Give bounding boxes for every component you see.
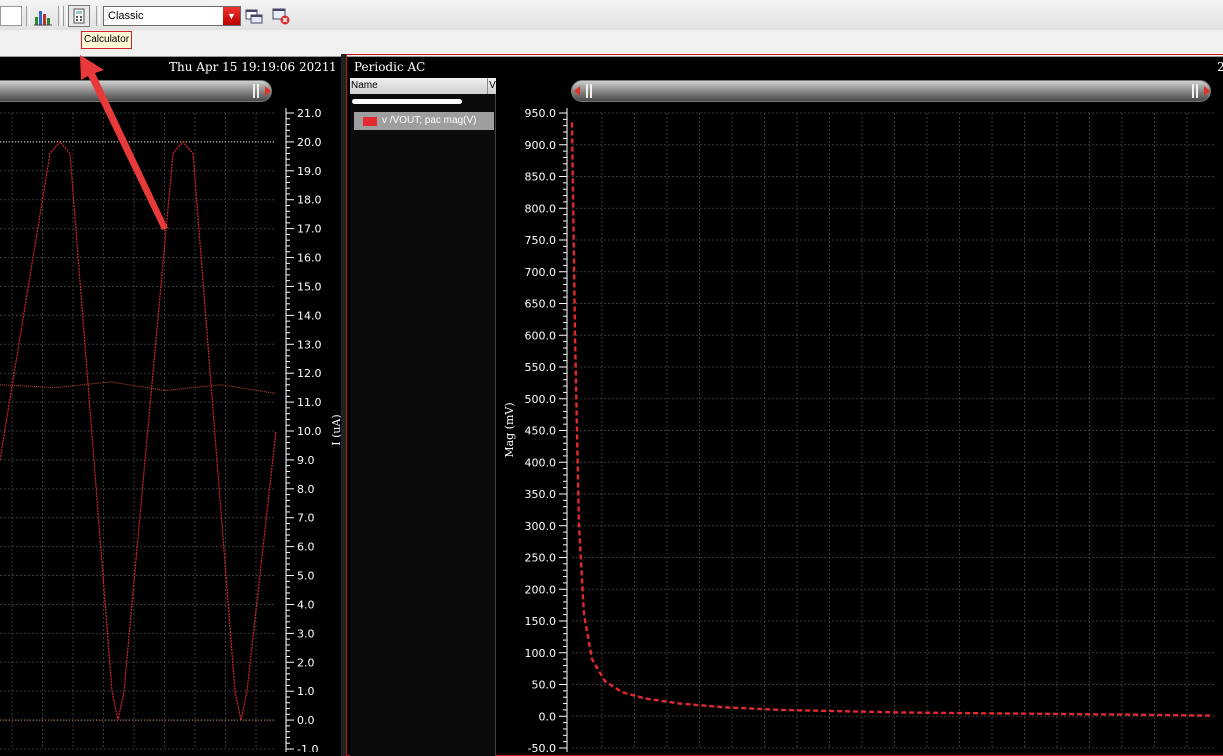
left-pane-page-number: 1 xyxy=(329,60,337,74)
toolbar-separator xyxy=(63,6,67,26)
series-line xyxy=(570,122,1213,717)
y-tick-label: 20.0 xyxy=(297,136,322,149)
left-x-scrollbar[interactable] xyxy=(0,80,272,102)
calculator-tooltip: Calculator xyxy=(81,31,133,49)
y-tick-label: 750.0 xyxy=(525,234,557,247)
trace-color-swatch xyxy=(363,117,377,126)
right-y-axis-label: Mag (mV) xyxy=(503,402,516,457)
scroll-right-icon[interactable] xyxy=(265,86,271,96)
right-y-axis-ticks: 950.0 900.0 850.0 800.0 750.0 700.0 650.0 600.0… xyxy=(525,107,567,752)
series-line xyxy=(0,381,277,394)
y-tick-label: 11.0 xyxy=(297,396,322,409)
y-tick-label: 900.0 xyxy=(525,139,557,152)
plot-style-value: Classic xyxy=(108,10,144,22)
trace-legend-panel: Name V v /VOUT; pac mag(V) xyxy=(350,78,496,756)
window-layout-icon[interactable] xyxy=(243,5,265,27)
calculator-icon[interactable] xyxy=(68,5,90,27)
y-tick-label: 2.0 xyxy=(297,656,315,669)
right-pane-title: Periodic AC xyxy=(354,60,426,74)
y-tick-label: 50.0 xyxy=(532,679,557,692)
y-tick-label: 200.0 xyxy=(525,583,557,596)
y-tick-label: 7.0 xyxy=(297,512,315,525)
y-tick-label: 150.0 xyxy=(525,615,557,628)
left-chart-grid xyxy=(0,112,287,750)
toolbar-separator xyxy=(96,6,100,26)
legend-header: Name V xyxy=(350,78,496,94)
y-tick-label: 8.0 xyxy=(297,483,315,496)
bar-chart-icon[interactable] xyxy=(32,5,54,27)
legend-trace-row[interactable]: v /VOUT; pac mag(V) xyxy=(354,112,494,130)
y-tick-label: 3.0 xyxy=(297,627,315,640)
right-x-scrollbar[interactable] xyxy=(571,80,1211,102)
y-tick-label: 500.0 xyxy=(525,393,557,406)
y-tick-label: 550.0 xyxy=(525,361,557,374)
y-tick-label: 5.0 xyxy=(297,570,315,583)
chevron-down-icon[interactable]: ▼ xyxy=(223,7,240,25)
toolbar: Classic ▼ xyxy=(0,0,1223,31)
plot-style-dropdown[interactable]: Classic ▼ xyxy=(103,6,241,26)
y-tick-label: 800.0 xyxy=(525,202,557,215)
y-tick-label: 700.0 xyxy=(525,266,557,279)
y-tick-label: 0.0 xyxy=(539,710,557,723)
y-tick-label: 950.0 xyxy=(525,107,557,120)
y-tick-label: -50.0 xyxy=(528,742,556,752)
scrollbar-thumb-handle[interactable] xyxy=(1192,84,1198,98)
y-tick-label: 19.0 xyxy=(297,165,322,178)
y-tick-label: 6.0 xyxy=(297,541,315,554)
y-tick-label: 450.0 xyxy=(525,425,557,438)
scroll-right-icon[interactable] xyxy=(1204,86,1210,96)
y-tick-label: 9.0 xyxy=(297,454,315,467)
scrollbar-thumb-handle[interactable] xyxy=(586,84,592,98)
y-tick-label: 100.0 xyxy=(525,647,557,660)
toolbar-field[interactable] xyxy=(0,6,22,26)
y-tick-label: 15.0 xyxy=(297,280,322,293)
y-tick-label: 10.0 xyxy=(297,425,322,438)
legend-header-name[interactable]: Name xyxy=(351,80,378,91)
y-tick-label: 0.0 xyxy=(297,714,315,727)
legend-hscroll[interactable] xyxy=(352,99,462,104)
y-tick-label: 400.0 xyxy=(525,456,557,469)
right-chart-series xyxy=(570,122,1213,717)
y-tick-label: 17.0 xyxy=(297,223,322,236)
y-tick-label: 250.0 xyxy=(525,552,557,565)
left-y-axis-label: I (uA) xyxy=(330,414,341,445)
y-tick-label: 21.0 xyxy=(297,107,322,120)
toolbar-separator xyxy=(58,6,62,26)
legend-trace-label: v /VOUT; pac mag(V) xyxy=(382,115,477,126)
right-mag-chart: 950.0 900.0 850.0 800.0 750.0 700.0 650.0 600.0… xyxy=(503,107,1216,752)
y-tick-label: 16.0 xyxy=(297,252,322,265)
right-pane-page-number: 2 xyxy=(1217,60,1223,74)
y-tick-label: 18.0 xyxy=(297,194,322,207)
y-tick-label: -1.0 xyxy=(297,743,318,752)
y-tick-label: 12.0 xyxy=(297,367,322,380)
y-tick-label: 350.0 xyxy=(525,488,557,501)
y-tick-label: 4.0 xyxy=(297,598,315,611)
delete-window-icon[interactable] xyxy=(270,5,292,27)
toolbar-separator xyxy=(26,6,30,26)
y-tick-label: 13.0 xyxy=(297,338,322,351)
left-y-axis-ticks: 21.0 20.0 19.0 18.0 17.0 16.0 15.0 14.0 13.0 12.0… xyxy=(286,107,322,752)
y-tick-label: 300.0 xyxy=(525,520,557,533)
y-tick-label: 850.0 xyxy=(525,171,557,184)
scrollbar-thumb-handle[interactable] xyxy=(253,84,259,98)
y-tick-label: 1.0 xyxy=(297,685,315,698)
scroll-left-icon[interactable] xyxy=(574,86,580,96)
y-tick-label: 14.0 xyxy=(297,309,322,322)
toolbar-status-row xyxy=(0,30,1223,57)
y-tick-label: 650.0 xyxy=(525,298,557,311)
left-current-chart: 21.0 20.0 19.0 18.0 17.0 16.0 15.0 14.0 13.0 12.0… xyxy=(0,107,341,752)
left-pane-timestamp: Thu Apr 15 19:19:06 2021 xyxy=(169,60,330,74)
y-tick-label: 600.0 xyxy=(525,329,557,342)
legend-header-visibility[interactable]: V xyxy=(487,78,497,94)
right-chart-grid xyxy=(572,112,1216,749)
